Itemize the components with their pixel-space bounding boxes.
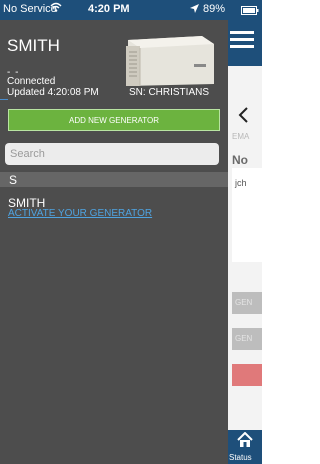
back-chevron-icon[interactable] <box>238 107 248 128</box>
status-tab-label: Status <box>229 453 252 462</box>
email-label: EMA <box>232 132 250 141</box>
connection-status: Connected <box>7 76 56 87</box>
search-input[interactable]: Search <box>5 143 219 165</box>
generator-button-1[interactable]: GEN <box>232 292 262 314</box>
generator-name: SMITH <box>7 36 60 55</box>
battery-percent: 89% <box>203 3 226 15</box>
location-arrow-icon <box>190 4 199 16</box>
hamburger-menu-icon[interactable] <box>230 31 254 54</box>
activate-generator-link[interactable]: ACTIVATE YOUR GENERATOR <box>8 208 152 219</box>
top-nav-bar <box>228 20 262 66</box>
generator-drawer: SMITH - - Connected Updated 4:20:08 PM S… <box>0 20 228 464</box>
callout-line <box>0 99 8 100</box>
underlying-screen: EMA No jch GEN GEN Status <box>228 20 262 464</box>
section-header-s: S <box>0 172 228 187</box>
carrier-text: No Service <box>3 3 57 15</box>
home-icon <box>237 431 253 453</box>
list-item[interactable]: SMITH ACTIVATE YOUR GENERATOR <box>0 187 228 227</box>
battery-icon <box>241 6 259 18</box>
status-tab[interactable]: Status <box>228 430 262 464</box>
email-list-card: jch <box>232 168 262 262</box>
updated-timestamp: Updated 4:20:08 PM <box>7 87 99 98</box>
generator-button-2[interactable]: GEN <box>232 328 262 350</box>
notifications-label: No <box>232 153 248 167</box>
generator-image <box>120 36 214 86</box>
status-bar: No Service 4:20 PM 89% <box>0 0 262 20</box>
serial-number: SN: CHRISTIANS <box>129 87 210 98</box>
wifi-icon <box>50 2 62 16</box>
red-action-button[interactable] <box>232 364 262 386</box>
clock-text: 4:20 PM <box>88 3 130 15</box>
email-entry[interactable]: jch <box>235 178 247 188</box>
add-new-generator-button[interactable]: ADD NEW GENERATOR <box>8 109 220 131</box>
